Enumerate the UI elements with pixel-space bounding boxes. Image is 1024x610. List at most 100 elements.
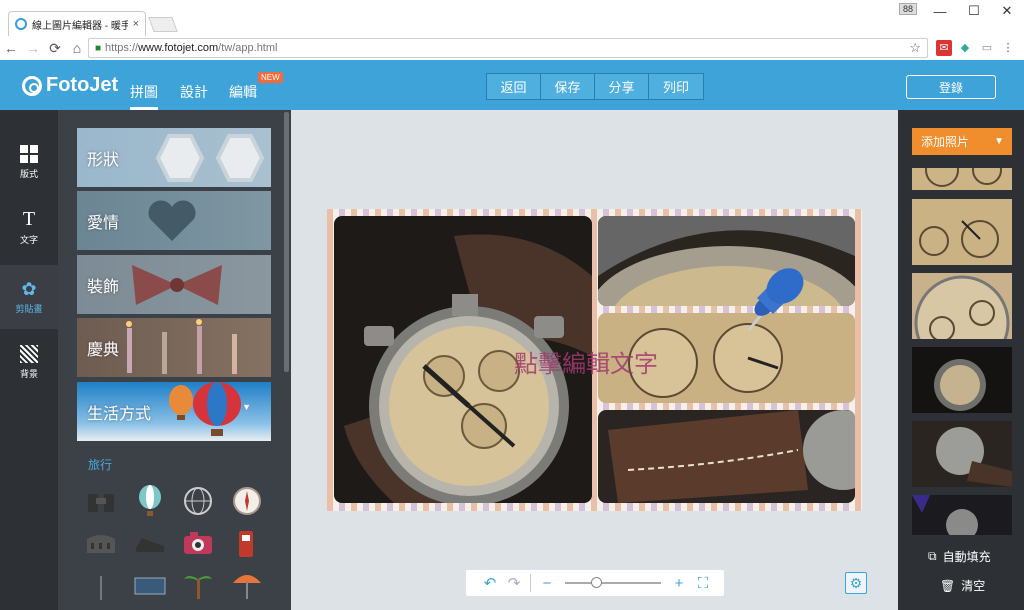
section-title-travel: 旅行 xyxy=(88,458,113,472)
category-label: 裝飾 xyxy=(87,278,120,296)
gas-pump-icon[interactable] xyxy=(230,526,264,560)
favicon-icon xyxy=(15,18,27,30)
action-button-group: 返回 保存 分享 列印 xyxy=(486,73,704,100)
extension-icon[interactable]: ◆ xyxy=(957,40,973,56)
globe-icon[interactable] xyxy=(181,484,215,518)
photo-thumbnail[interactable] xyxy=(912,199,1012,265)
photo-thumbnail[interactable] xyxy=(912,273,1012,339)
print-button[interactable]: 列印 xyxy=(649,74,703,99)
reload-icon[interactable]: ⟳ xyxy=(44,40,66,57)
hexagon-shelf-icon xyxy=(155,134,265,182)
zoom-toolbar: ↶ ↷ − + ⛶ xyxy=(466,570,724,596)
layout-icon xyxy=(20,144,38,163)
profile-badge[interactable]: 88 xyxy=(899,3,918,15)
extension-icon[interactable]: ▭ xyxy=(979,40,995,56)
category-label: 生活方式 xyxy=(87,405,152,423)
zoom-slider[interactable] xyxy=(565,577,661,588)
candles-icon xyxy=(126,319,237,374)
category-celebration[interactable]: 慶典 xyxy=(77,318,271,377)
clear-button[interactable]: 🗑 清空 xyxy=(940,577,985,594)
forward-icon[interactable]: → xyxy=(22,40,44,56)
clear-label: 清空 xyxy=(961,579,986,593)
add-photo-button[interactable]: 添加照片 ▼ xyxy=(912,128,1012,155)
logo-text: FotoJet xyxy=(46,74,119,96)
rail-item-layout[interactable]: 版式 xyxy=(0,130,58,194)
logo-icon xyxy=(22,75,42,96)
category-label: 慶典 xyxy=(87,341,120,359)
photo-thumbnail[interactable] xyxy=(912,495,1012,535)
photo-thumbnail[interactable] xyxy=(912,347,1012,413)
back-button[interactable]: 返回 xyxy=(487,74,541,99)
nav-tab-edit[interactable]: 編輯 xyxy=(229,82,257,102)
rail-label: 文字 xyxy=(19,234,38,245)
address-bar[interactable]: ■ https:// www.fotojet.com /tw/app.html … xyxy=(88,38,928,58)
balloons-icon xyxy=(169,382,241,436)
app-header: FotoJet 拼圖 設計 編輯 NEW 返回 保存 分享 列印 登錄 xyxy=(0,60,1024,110)
category-decoration[interactable]: 裝飾 xyxy=(77,255,271,314)
hot-air-balloon-icon[interactable] xyxy=(133,484,167,518)
tab-close-icon[interactable]: × xyxy=(133,18,139,30)
zoom-in-icon[interactable]: + xyxy=(667,575,691,592)
colosseum-icon[interactable] xyxy=(84,526,118,560)
beach-umbrella-icon[interactable] xyxy=(230,568,264,602)
photo-thumbnail[interactable] xyxy=(912,421,1012,487)
clipart-icon: ✿ xyxy=(21,278,37,299)
category-lifestyle[interactable]: ▼ 生活方式 xyxy=(77,382,271,441)
photo-cell-top-right[interactable] xyxy=(598,216,855,306)
category-shapes[interactable]: 形狀 xyxy=(77,128,271,187)
lock-icon: ■ xyxy=(95,42,102,54)
share-button[interactable]: 分享 xyxy=(595,74,649,99)
login-button[interactable]: 登錄 xyxy=(906,75,996,99)
rail-label: 版式 xyxy=(19,168,38,179)
chevron-down-icon: ▼ xyxy=(994,136,1004,147)
category-label: 愛情 xyxy=(87,214,120,232)
rail-label: 剪貼畫 xyxy=(15,303,43,314)
rail-item-clipart[interactable]: ✿ 剪貼畫 xyxy=(0,265,58,329)
auto-fill-label: 自動填充 xyxy=(942,550,991,564)
new-tab-button[interactable] xyxy=(148,17,178,32)
fotojet-logo[interactable]: FotoJet xyxy=(22,74,118,97)
watch-photo xyxy=(598,216,855,306)
sign-icon[interactable] xyxy=(84,568,118,602)
photo-thumbnail[interactable] xyxy=(912,168,1012,190)
extension-icon[interactable]: ✉ xyxy=(936,40,952,56)
minimize-button[interactable]: — xyxy=(923,0,957,22)
chevron-down-icon[interactable]: ▼ xyxy=(242,402,251,412)
category-love[interactable]: 愛情 xyxy=(77,191,271,250)
rail-item-text[interactable]: T 文字 xyxy=(0,195,58,259)
text-icon: T xyxy=(22,207,36,230)
url-host: www.fotojet.com xyxy=(138,42,219,54)
save-button[interactable]: 保存 xyxy=(541,74,595,99)
copy-icon: ⧉ xyxy=(928,549,937,563)
browser-toolbar: ← → ⟳ ⌂ ■ https:// www.fotojet.com /tw/a… xyxy=(0,36,1024,60)
back-icon[interactable]: ← xyxy=(0,40,22,56)
fit-screen-icon[interactable]: ⛶ xyxy=(691,575,715,592)
zoom-slider-knob[interactable] xyxy=(591,577,602,588)
home-icon[interactable]: ⌂ xyxy=(66,40,88,56)
browser-tab[interactable]: 線上圖片編輯器 - 暖手他 × xyxy=(8,11,146,36)
tool-rail: 版式 T 文字 ✿ 剪貼畫 背景 xyxy=(0,110,58,610)
binoculars-icon[interactable] xyxy=(84,484,118,518)
close-window-button[interactable]: ✕ xyxy=(990,0,1024,22)
rail-item-background[interactable]: 背景 xyxy=(0,330,58,394)
panel-scrollbar[interactable] xyxy=(284,112,289,372)
push-pin-clipart[interactable] xyxy=(735,258,811,338)
photo-cell-bottom-right[interactable] xyxy=(598,410,855,503)
compass-icon[interactable] xyxy=(230,484,264,518)
edit-text-placeholder[interactable]: 點擊編輯文字 xyxy=(514,344,658,379)
nav-tab-collage[interactable]: 拼圖 xyxy=(130,82,158,110)
gear-icon[interactable]: ⚙ xyxy=(845,572,867,594)
redo-icon[interactable]: ↷ xyxy=(502,574,526,592)
undo-icon[interactable]: ↶ xyxy=(478,574,502,592)
menu-icon[interactable]: ⋮ xyxy=(1000,40,1016,56)
auto-fill-button[interactable]: ⧉ 自動填充 xyxy=(928,548,991,565)
bookmark-star-icon[interactable]: ☆ xyxy=(909,40,921,56)
camera-icon[interactable] xyxy=(181,526,215,560)
palm-tree-icon[interactable] xyxy=(181,568,215,602)
zoom-out-icon[interactable]: − xyxy=(535,575,559,592)
shoes-icon[interactable] xyxy=(133,526,167,560)
maximize-button[interactable]: ☐ xyxy=(957,0,991,22)
nav-tab-design[interactable]: 設計 xyxy=(180,82,208,102)
category-label: 形狀 xyxy=(87,151,120,169)
ticket-icon[interactable] xyxy=(133,568,167,602)
